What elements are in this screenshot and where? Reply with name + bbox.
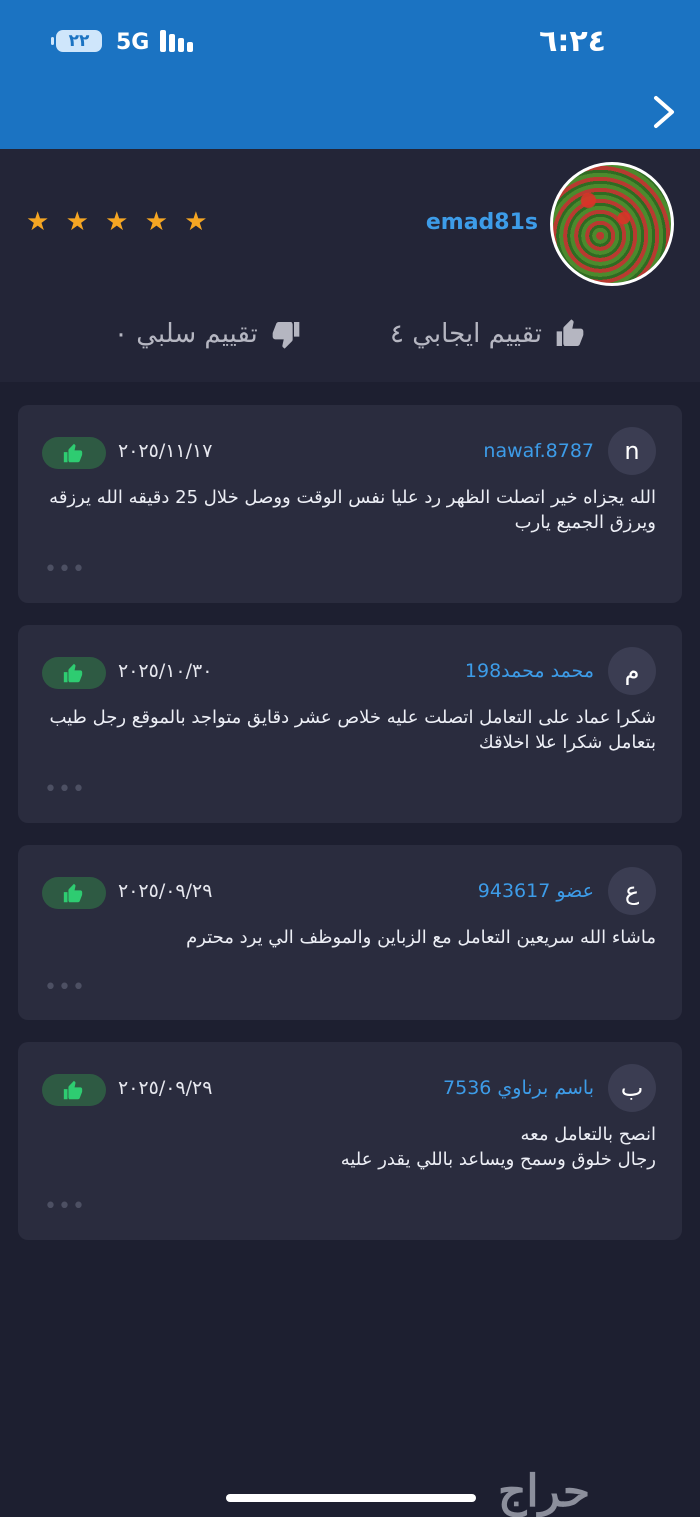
reviewer-name[interactable]: عضو 943617 [478, 880, 594, 902]
review-card: n nawaf.8787 ٢٠٢٥/١١/١٧ الله يجزاه خير ا… [18, 405, 682, 603]
reviewer-avatar[interactable]: n [608, 427, 656, 475]
thumbs-up-icon [556, 319, 584, 346]
positive-rating[interactable]: تقييم ايجابي ٤ [390, 318, 586, 350]
reviewer-avatar[interactable]: ب [608, 1064, 656, 1112]
review-text: الله يجزاه خير اتصلت الظهر رد عليا نفس ا… [49, 487, 656, 533]
review-date: ٢٠٢٥/١٠/٣٠ [118, 660, 213, 682]
profile-avatar[interactable] [550, 162, 674, 286]
home-indicator[interactable] [226, 1494, 476, 1502]
star-rating: ★ ★ ★ ★ ★ [26, 207, 212, 237]
signal-icon [160, 30, 200, 52]
positive-badge [42, 657, 106, 689]
review-text: انصح بالتعامل معه رجال خلوق وسمح ويساعد … [340, 1124, 656, 1170]
positive-badge [42, 1074, 106, 1106]
back-arrow-icon[interactable] [646, 92, 682, 132]
review-date: ٢٠٢٥/٠٩/٢٩ [118, 880, 213, 902]
reviewer-avatar[interactable]: ع [608, 867, 656, 915]
battery-icon: ٢٢ [51, 30, 102, 52]
profile-username[interactable]: emad81s [426, 210, 538, 235]
thumbs-up-icon [63, 663, 83, 683]
thumbs-up-icon [63, 1080, 83, 1100]
status-time: ٦:٢٤ [539, 24, 606, 59]
thumbs-up-icon [63, 443, 83, 463]
review-card: ع عضو 943617 ٢٠٢٥/٠٩/٢٩ ماشاء الله سريعي… [18, 845, 682, 1020]
haraj-logo: حراج [498, 1466, 591, 1517]
more-options-icon[interactable]: ••• [44, 777, 86, 802]
more-options-icon[interactable]: ••• [44, 975, 86, 1000]
review-card: ب باسم برناوي 7536 ٢٠٢٥/٠٩/٢٩ انصح بالتع… [18, 1042, 682, 1240]
negative-rating-label: تقييم سلبي ٠ [114, 319, 258, 349]
top-bar: ٢٢ 5G ٦:٢٤ [0, 0, 700, 149]
network-label: 5G [116, 30, 150, 55]
thumbs-up-icon [63, 883, 83, 903]
review-card: م محمد محمد198 ٢٠٢٥/١٠/٣٠ شكرا عماد على … [18, 625, 682, 823]
more-options-icon[interactable]: ••• [44, 557, 86, 582]
reviewer-name[interactable]: محمد محمد198 [465, 660, 594, 682]
reviewer-avatar[interactable]: م [608, 647, 656, 695]
reviewer-name[interactable]: nawaf.8787 [483, 440, 594, 462]
positive-badge [42, 437, 106, 469]
review-text: ماشاء الله سريعين التعامل مع الزباين وال… [186, 927, 656, 948]
thumbs-down-icon [272, 322, 300, 349]
review-text: شكرا عماد على التعامل اتصلت عليه خلاص عش… [49, 707, 656, 753]
review-date: ٢٠٢٥/١١/١٧ [118, 440, 213, 462]
negative-rating[interactable]: تقييم سلبي ٠ [114, 318, 302, 350]
positive-badge [42, 877, 106, 909]
more-options-icon[interactable]: ••• [44, 1194, 86, 1219]
positive-rating-label: تقييم ايجابي ٤ [390, 319, 542, 349]
reviewer-name[interactable]: باسم برناوي 7536 [443, 1077, 594, 1099]
review-date: ٢٠٢٥/٠٩/٢٩ [118, 1077, 213, 1099]
